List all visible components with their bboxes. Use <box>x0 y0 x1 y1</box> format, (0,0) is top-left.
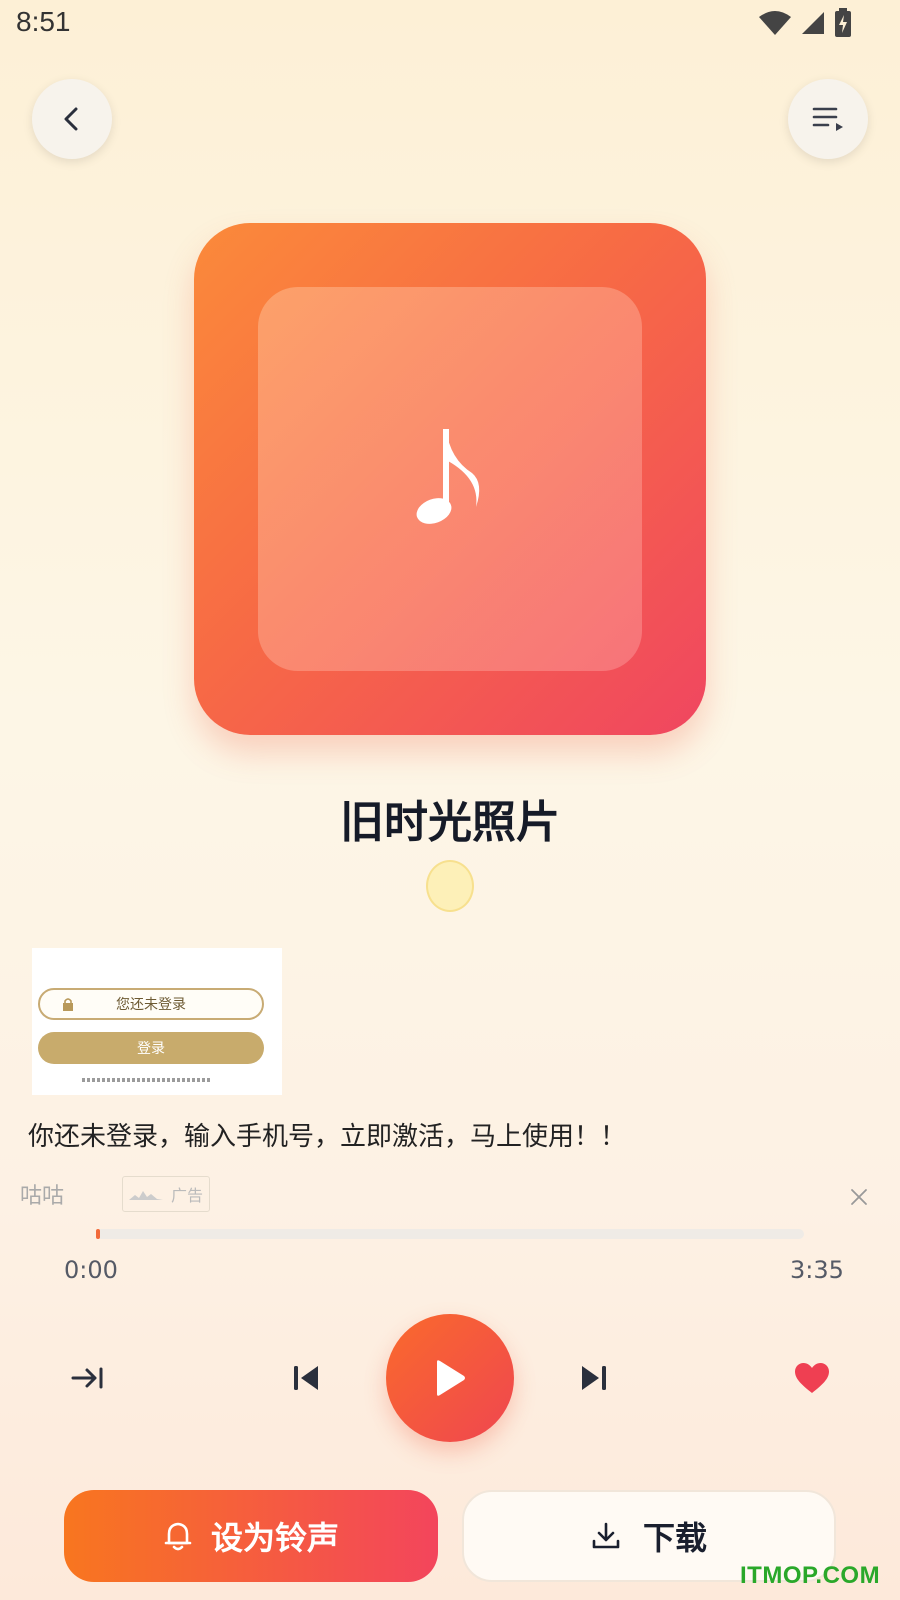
lyrics-loading-indicator <box>426 860 474 912</box>
set-ringtone-button[interactable]: 设为铃声 <box>64 1490 438 1582</box>
play-icon <box>437 1360 465 1396</box>
ad-login-status: 您还未登录 <box>38 988 264 1020</box>
ad-text[interactable]: 你还未登录，输入手机号，立即激活，马上使用！！ <box>28 1116 900 1153</box>
next-button[interactable] <box>572 1356 616 1400</box>
playlist-button[interactable] <box>788 79 868 159</box>
watermark: ITMOP.COM <box>740 1562 881 1589</box>
total-time: 3:35 <box>790 1256 844 1284</box>
signal-icon <box>802 12 824 34</box>
close-icon[interactable] <box>850 1188 868 1206</box>
back-button[interactable] <box>32 79 112 159</box>
play-mode-button[interactable] <box>66 1356 110 1400</box>
bell-icon <box>164 1522 192 1551</box>
album-cover-inner <box>258 287 642 671</box>
ad-badge: 广告 <box>122 1176 210 1212</box>
album-cover <box>194 223 706 735</box>
ad-source: 咕咕 <box>20 1184 65 1209</box>
lock-icon <box>63 998 73 1011</box>
chevron-left-icon <box>64 107 78 131</box>
ad-fine-print <box>82 1078 212 1082</box>
skip-previous-icon <box>294 1366 318 1390</box>
download-label: 下载 <box>642 1519 707 1557</box>
ad-image[interactable]: 您还未登录 登录 <box>32 948 282 1095</box>
previous-button[interactable] <box>284 1356 328 1400</box>
set-ringtone-label: 设为铃声 <box>210 1519 339 1557</box>
ad-login-button: 登录 <box>38 1032 264 1064</box>
skip-next-icon <box>582 1366 606 1390</box>
heart-icon <box>795 1363 829 1393</box>
ad-badge-label: 广告 <box>170 1186 203 1205</box>
status-icons <box>758 8 852 38</box>
play-button[interactable] <box>386 1314 514 1442</box>
wifi-icon <box>759 11 791 35</box>
ad-login-status-text: 您还未登录 <box>116 997 186 1013</box>
status-time: 8:51 <box>16 6 71 37</box>
playlist-icon <box>812 107 843 131</box>
ad-logo-icon <box>129 1191 163 1200</box>
progress-fill <box>96 1229 101 1239</box>
download-icon <box>592 1522 620 1549</box>
favorite-button[interactable] <box>790 1356 834 1400</box>
sequential-mode-icon <box>71 1367 103 1389</box>
progress-bar[interactable] <box>96 1229 804 1239</box>
current-time: 0:00 <box>64 1256 118 1284</box>
battery-icon <box>835 8 851 37</box>
music-note-icon <box>416 429 480 524</box>
song-title: 旧时光照片 <box>340 797 560 848</box>
